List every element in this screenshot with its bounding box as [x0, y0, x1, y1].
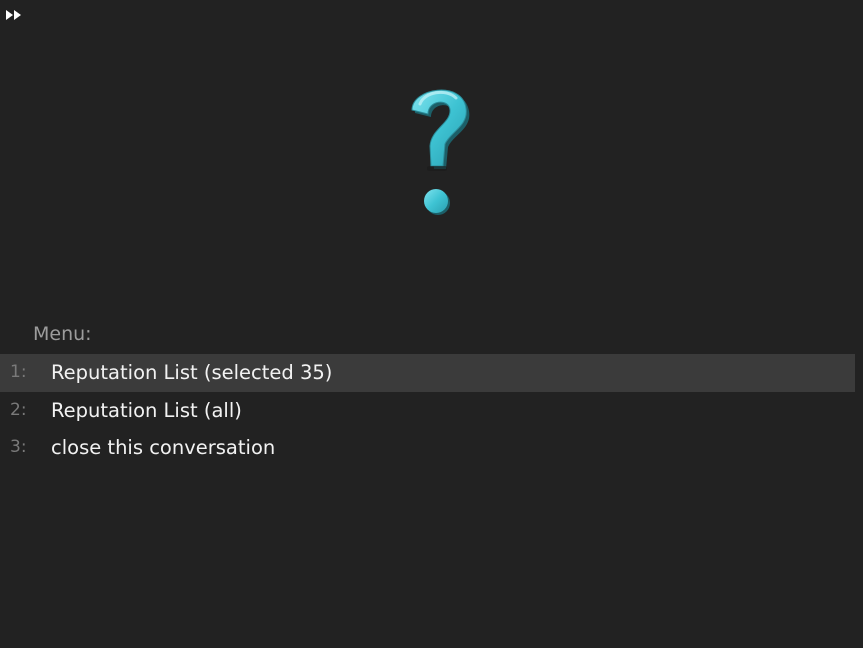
menu-item-number: 3: [10, 437, 27, 457]
menu-item-number: 1: [10, 362, 27, 382]
menu-item-label: Reputation List (all) [51, 398, 242, 422]
menu-item-reputation-all[interactable]: 2: Reputation List (all) [0, 392, 855, 430]
fast-forward-icon [6, 10, 21, 20]
menu-list: 1: Reputation List (selected 35) 2: Repu… [0, 354, 855, 467]
fast-forward-button[interactable] [6, 8, 24, 22]
menu-item-number: 2: [10, 399, 27, 420]
menu-header: Menu: [33, 323, 92, 345]
menu-item-close-conversation[interactable]: 3: close this conversation [0, 429, 855, 467]
menu-item-reputation-selected[interactable]: 1: Reputation List (selected 35) [0, 354, 855, 392]
question-mark-icon [411, 89, 470, 215]
npc-portrait [398, 74, 476, 220]
menu-item-label: close this conversation [51, 436, 276, 459]
menu-item-label: Reputation List (selected 35) [51, 361, 333, 384]
